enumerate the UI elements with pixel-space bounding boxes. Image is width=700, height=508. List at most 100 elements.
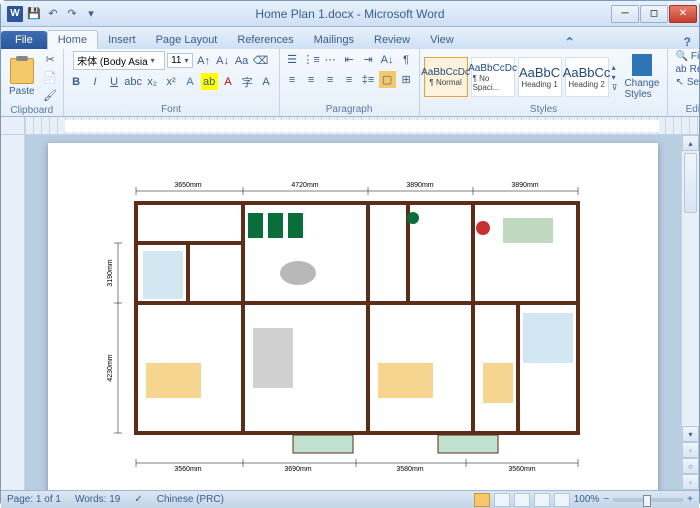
svg-text:3560mm: 3560mm xyxy=(174,466,201,473)
change-case-icon[interactable]: Aa xyxy=(233,52,250,69)
svg-text:3690mm: 3690mm xyxy=(284,466,311,473)
italic-button[interactable]: I xyxy=(87,73,104,90)
document-area[interactable]: 3650mm 4720mm 3890mm 3890mm xyxy=(25,135,681,490)
scroll-down-icon[interactable]: ▾ xyxy=(682,426,699,442)
web-layout-view[interactable] xyxy=(514,493,530,507)
minimize-ribbon-icon[interactable]: ⌃ xyxy=(557,35,583,49)
clear-format-icon[interactable]: ⌫ xyxy=(252,52,269,69)
show-marks-icon[interactable]: ¶ xyxy=(398,51,415,68)
find-button[interactable]: 🔍Find▾ xyxy=(672,51,700,62)
phonetic-icon[interactable]: 字 xyxy=(239,73,256,90)
paste-button[interactable]: Paste xyxy=(5,56,39,99)
horizontal-ruler[interactable] xyxy=(1,117,699,135)
subscript-button[interactable]: x₂ xyxy=(144,73,161,90)
maximize-button[interactable]: ◻ xyxy=(640,5,668,23)
bullets-icon[interactable]: ☰ xyxy=(284,51,301,68)
copy-icon[interactable]: 📄 xyxy=(42,69,59,86)
align-left-icon[interactable]: ≡ xyxy=(284,71,301,88)
underline-button[interactable]: U xyxy=(106,73,123,90)
bold-button[interactable]: B xyxy=(68,73,85,90)
font-group: 宋体 (Body Asia 11 A↑ A↓ Aa ⌫ B I U abc x₂… xyxy=(64,49,280,116)
paragraph-group: ☰ ⋮≡ ⋯ ⇤ ⇥ A↓ ¶ ≡ ≡ ≡ ≡ ‡≡ ▢ ⊞ Paragraph xyxy=(280,49,420,116)
shrink-font-icon[interactable]: A↓ xyxy=(214,52,231,69)
multilevel-icon[interactable]: ⋯ xyxy=(322,51,339,68)
highlight-icon[interactable]: ab xyxy=(201,73,218,90)
browse-object-icon[interactable]: ○ xyxy=(682,458,699,474)
style-heading1[interactable]: AaBbC Heading 1 xyxy=(518,57,562,97)
styles-scroll-down[interactable]: ▾ xyxy=(612,73,618,82)
save-icon[interactable]: 💾 xyxy=(26,6,42,22)
scroll-thumb[interactable] xyxy=(684,153,697,213)
zoom-out-icon[interactable]: − xyxy=(603,494,609,505)
styles-more[interactable]: ⊽ xyxy=(612,83,618,92)
paste-icon xyxy=(10,58,34,84)
statusbar: Page: 1 of 1 Words: 19 ✓ Chinese (PRC) 1… xyxy=(1,490,699,508)
undo-icon[interactable]: ↶ xyxy=(45,6,61,22)
line-spacing-icon[interactable]: ‡≡ xyxy=(360,71,377,88)
select-icon: ↖ xyxy=(675,77,683,88)
tab-review[interactable]: Review xyxy=(364,31,420,49)
style-normal[interactable]: AaBbCcDc ¶ Normal xyxy=(424,57,468,97)
prev-page-icon[interactable]: ◦ xyxy=(682,442,699,458)
style-heading2[interactable]: AaBbCc Heading 2 xyxy=(565,57,609,97)
draft-view[interactable] xyxy=(554,493,570,507)
file-tab[interactable]: File xyxy=(1,31,47,49)
redo-icon[interactable]: ↷ xyxy=(64,6,80,22)
zoom-in-icon[interactable]: + xyxy=(687,494,693,505)
tab-insert[interactable]: Insert xyxy=(98,31,146,49)
text-effects-icon[interactable]: A xyxy=(182,73,199,90)
styles-scroll-up[interactable]: ▴ xyxy=(612,63,618,72)
font-size-dropdown[interactable]: 11 xyxy=(167,53,193,68)
word-icon: W xyxy=(7,6,23,22)
change-styles-icon xyxy=(632,54,652,76)
qat-dropdown-icon[interactable]: ▾ xyxy=(83,6,99,22)
ribbon-tabs: File Home Insert Page Layout References … xyxy=(1,27,699,49)
vertical-scrollbar[interactable]: ▴ ▾ ◦ ○ ◦ xyxy=(681,135,699,490)
word-count[interactable]: Words: 19 xyxy=(75,494,120,505)
font-color-icon[interactable]: A xyxy=(220,73,237,90)
tab-home[interactable]: Home xyxy=(47,30,98,49)
align-right-icon[interactable]: ≡ xyxy=(322,71,339,88)
cut-icon[interactable]: ✂ xyxy=(42,51,59,68)
page-status[interactable]: Page: 1 of 1 xyxy=(7,494,61,505)
scroll-up-icon[interactable]: ▴ xyxy=(682,135,699,151)
select-button[interactable]: ↖Select▾ xyxy=(672,77,700,88)
replace-icon: ab xyxy=(675,64,686,75)
tab-mailings[interactable]: Mailings xyxy=(304,31,364,49)
zoom-slider[interactable] xyxy=(613,498,683,502)
tab-references[interactable]: References xyxy=(227,31,303,49)
print-layout-view[interactable] xyxy=(474,493,490,507)
tab-view[interactable]: View xyxy=(420,31,464,49)
svg-text:3890mm: 3890mm xyxy=(406,182,433,189)
style-no-spacing[interactable]: AaBbCcDc ¶ No Spaci... xyxy=(471,57,515,97)
styles-group: AaBbCcDc ¶ Normal AaBbCcDc ¶ No Spaci...… xyxy=(420,49,669,116)
char-border-icon[interactable]: A xyxy=(258,73,275,90)
increase-indent-icon[interactable]: ⇥ xyxy=(360,51,377,68)
strikethrough-button[interactable]: abc xyxy=(125,73,142,90)
superscript-button[interactable]: x² xyxy=(163,73,180,90)
vertical-ruler[interactable] xyxy=(1,135,25,490)
decrease-indent-icon[interactable]: ⇤ xyxy=(341,51,358,68)
help-icon[interactable]: ? xyxy=(676,35,699,49)
justify-icon[interactable]: ≡ xyxy=(341,71,358,88)
svg-text:3650mm: 3650mm xyxy=(174,182,201,189)
close-button[interactable]: ✕ xyxy=(669,5,697,23)
sort-icon[interactable]: A↓ xyxy=(379,51,396,68)
change-styles-button[interactable]: Change Styles xyxy=(620,52,663,102)
grow-font-icon[interactable]: A↑ xyxy=(195,52,212,69)
minimize-button[interactable]: ─ xyxy=(611,5,639,23)
outline-view[interactable] xyxy=(534,493,550,507)
format-painter-icon[interactable]: 🖌 xyxy=(42,87,59,104)
shading-icon[interactable]: ▢ xyxy=(379,71,396,88)
full-screen-view[interactable] xyxy=(494,493,510,507)
proofing-icon[interactable]: ✓ xyxy=(134,494,142,505)
align-center-icon[interactable]: ≡ xyxy=(303,71,320,88)
tab-page-layout[interactable]: Page Layout xyxy=(146,31,228,49)
borders-icon[interactable]: ⊞ xyxy=(398,71,415,88)
numbering-icon[interactable]: ⋮≡ xyxy=(303,51,320,68)
zoom-level[interactable]: 100% xyxy=(574,494,600,505)
font-family-dropdown[interactable]: 宋体 (Body Asia xyxy=(73,51,165,70)
replace-button[interactable]: abReplace xyxy=(672,64,700,75)
language-status[interactable]: Chinese (PRC) xyxy=(157,494,224,505)
next-page-icon[interactable]: ◦ xyxy=(682,474,699,490)
